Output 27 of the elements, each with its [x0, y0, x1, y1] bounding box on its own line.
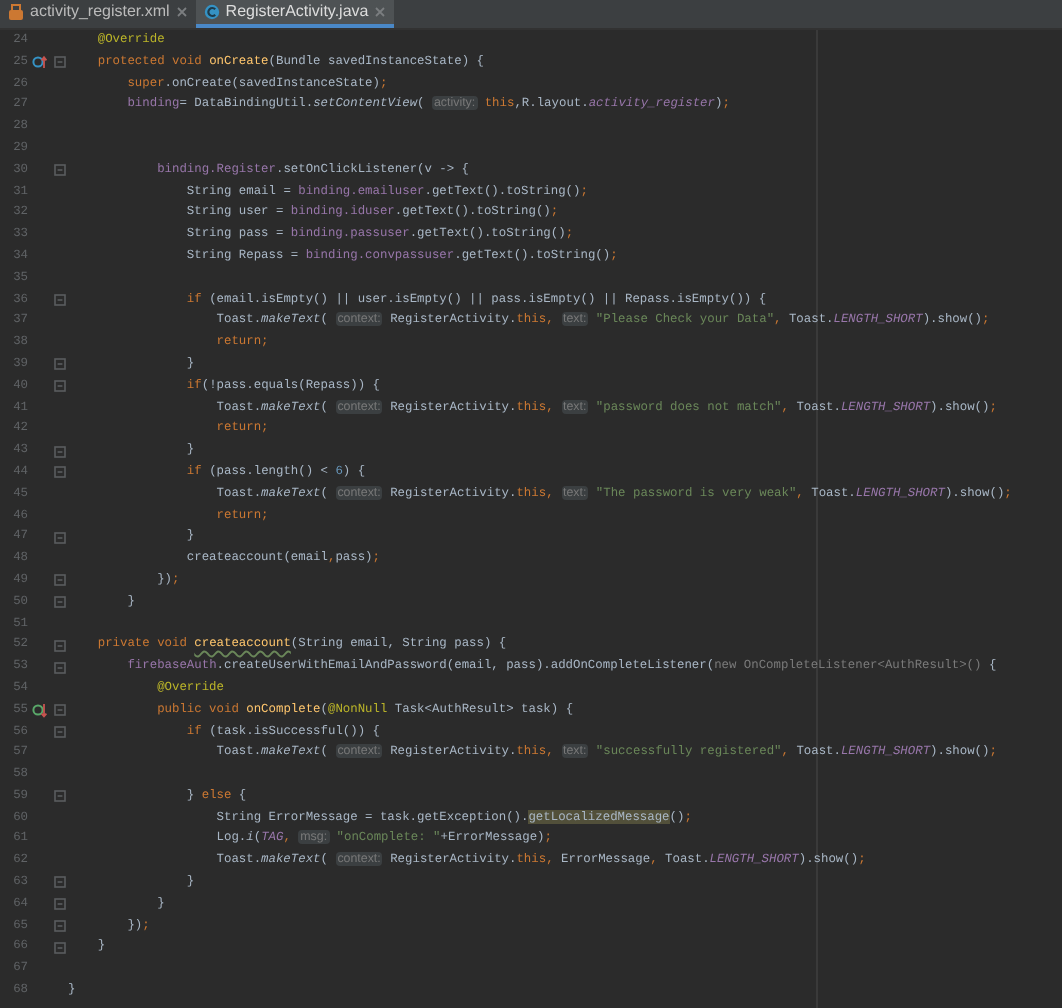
- override-marker-icon: [32, 54, 48, 71]
- fold-icon[interactable]: [54, 639, 66, 652]
- fold-icon[interactable]: [54, 704, 66, 717]
- fold-icon[interactable]: [54, 725, 66, 738]
- file-icon: [8, 4, 24, 20]
- fold-icon[interactable]: [54, 380, 66, 393]
- close-icon[interactable]: [374, 6, 387, 18]
- fold-icon[interactable]: [54, 293, 66, 306]
- editor-tab[interactable]: activity_register.xml: [0, 0, 196, 28]
- close-icon[interactable]: [175, 6, 188, 18]
- fold-icon[interactable]: [54, 920, 66, 933]
- fold-icon[interactable]: [54, 876, 66, 889]
- class-icon: [203, 4, 220, 20]
- fold-icon[interactable]: [54, 56, 66, 69]
- fold-icon[interactable]: [54, 164, 66, 177]
- fold-icon[interactable]: [54, 574, 66, 587]
- fold-icon[interactable]: [54, 941, 66, 954]
- fold-icon[interactable]: [54, 531, 66, 544]
- fold-icon[interactable]: [54, 790, 66, 803]
- fold-icon[interactable]: [54, 596, 66, 609]
- fold-icon[interactable]: [54, 898, 66, 911]
- fold-icon[interactable]: [54, 445, 66, 458]
- fold-icon[interactable]: [54, 358, 66, 371]
- implement-marker-icon: [32, 702, 48, 719]
- editor-tab[interactable]: RegisterActivity.java: [195, 0, 395, 28]
- fold-icon[interactable]: [54, 466, 66, 479]
- fold-icon[interactable]: [54, 661, 66, 673]
